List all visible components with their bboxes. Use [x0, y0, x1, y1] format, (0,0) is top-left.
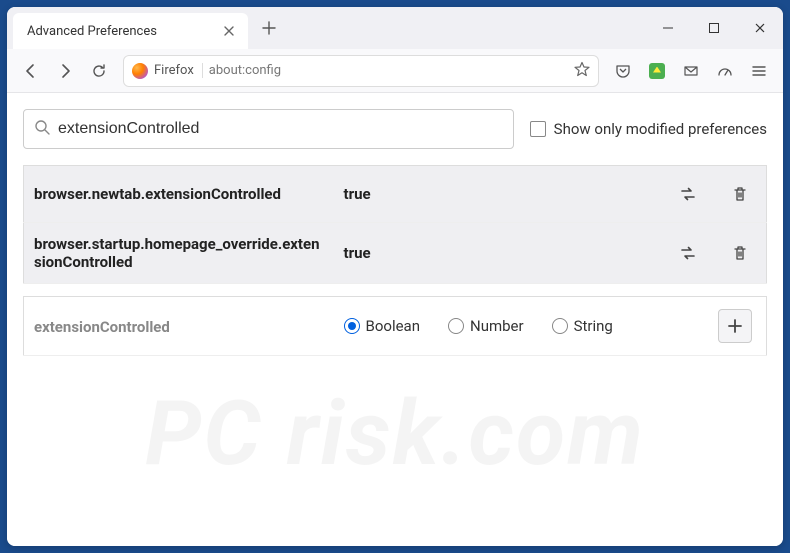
- toggle-icon[interactable]: [672, 237, 704, 269]
- new-pref-name: extensionControlled: [34, 318, 170, 336]
- pref-row: browser.newtab.extensionControlled true: [24, 166, 767, 223]
- identity-label: Firefox: [154, 63, 203, 78]
- reload-button[interactable]: [83, 55, 115, 87]
- pref-name: browser.startup.homepage_override.extens…: [24, 223, 334, 284]
- firefox-logo-icon: [132, 63, 148, 79]
- extension-icon[interactable]: [641, 55, 673, 87]
- modified-only-checkbox[interactable]: Show only modified preferences: [530, 120, 767, 138]
- radio-icon: [448, 318, 464, 334]
- dashboard-icon[interactable]: [709, 55, 741, 87]
- search-input[interactable]: [58, 120, 503, 138]
- page-content: Show only modified preferences browser.n…: [7, 93, 783, 546]
- app-menu-button[interactable]: [743, 55, 775, 87]
- search-row: Show only modified preferences: [23, 109, 767, 149]
- search-icon: [34, 119, 50, 139]
- browser-window: Advanced Preferences Firefox about:confi…: [7, 7, 783, 546]
- radio-label: Boolean: [366, 317, 421, 335]
- titlebar: Advanced Preferences: [7, 7, 783, 49]
- modified-only-label: Show only modified preferences: [554, 120, 767, 138]
- search-box[interactable]: [23, 109, 514, 149]
- url-text: about:config: [209, 63, 568, 78]
- close-window-button[interactable]: [737, 7, 783, 49]
- checkbox-icon[interactable]: [530, 121, 546, 137]
- new-pref-table: extensionControlled Boolean Number Strin…: [23, 296, 767, 356]
- delete-icon[interactable]: [724, 178, 756, 210]
- pref-value: true: [334, 223, 663, 284]
- maximize-button[interactable]: [691, 7, 737, 49]
- watermark: PC risk.com: [7, 381, 783, 486]
- radio-boolean[interactable]: Boolean: [344, 317, 421, 335]
- pref-value: true: [334, 166, 663, 223]
- new-tab-button[interactable]: [254, 13, 284, 43]
- type-radio-group: Boolean Number String: [344, 317, 656, 335]
- radio-icon: [552, 318, 568, 334]
- radio-label: Number: [470, 317, 524, 335]
- tab-title: Advanced Preferences: [27, 24, 220, 39]
- pref-row: browser.startup.homepage_override.extens…: [24, 223, 767, 284]
- radio-label: String: [574, 317, 613, 335]
- back-button[interactable]: [15, 55, 47, 87]
- minimize-button[interactable]: [645, 7, 691, 49]
- bookmark-star-icon[interactable]: [574, 61, 590, 81]
- window-controls: [645, 7, 783, 49]
- radio-string[interactable]: String: [552, 317, 613, 335]
- pocket-icon[interactable]: [607, 55, 639, 87]
- radio-icon: [344, 318, 360, 334]
- close-icon[interactable]: [220, 22, 238, 40]
- url-bar[interactable]: Firefox about:config: [123, 55, 599, 87]
- delete-icon[interactable]: [724, 237, 756, 269]
- forward-button[interactable]: [49, 55, 81, 87]
- inbox-icon[interactable]: [675, 55, 707, 87]
- navigation-toolbar: Firefox about:config: [7, 49, 783, 93]
- pref-name: browser.newtab.extensionControlled: [24, 166, 334, 223]
- toggle-icon[interactable]: [672, 178, 704, 210]
- radio-number[interactable]: Number: [448, 317, 524, 335]
- add-button[interactable]: [718, 309, 752, 343]
- prefs-table: browser.newtab.extensionControlled true …: [23, 165, 767, 284]
- tab-advanced-preferences[interactable]: Advanced Preferences: [13, 13, 248, 49]
- new-pref-row: extensionControlled Boolean Number Strin…: [24, 297, 767, 356]
